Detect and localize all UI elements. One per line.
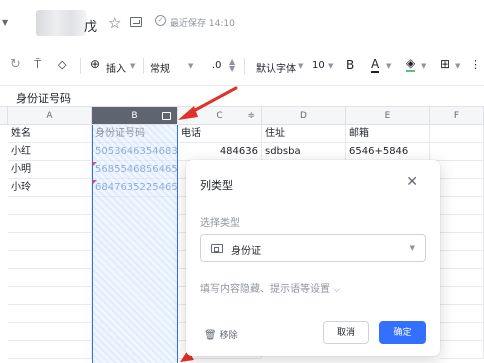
- table-cell[interactable]: [440, 233, 484, 251]
- dialog-title: 列类型: [200, 179, 233, 192]
- id-card-icon: [211, 244, 223, 253]
- formula-bar[interactable]: 身份证号码: [0, 87, 484, 107]
- chevron-down-icon[interactable]: ▼: [130, 62, 135, 70]
- table-cell[interactable]: [440, 251, 484, 269]
- column-header-a[interactable]: A: [8, 107, 92, 125]
- folder-icon[interactable]: [130, 17, 142, 27]
- chevron-down-icon[interactable]: ▼: [298, 62, 303, 70]
- more-icon[interactable]: ⋮: [470, 58, 481, 71]
- chevron-down-icon: ▼: [409, 244, 415, 252]
- select-type-label: 选择类型: [200, 218, 240, 229]
- table-cell[interactable]: [8, 287, 92, 305]
- column-header-b[interactable]: B: [92, 107, 178, 125]
- table-cell[interactable]: [8, 197, 92, 215]
- table-cell[interactable]: [440, 197, 484, 215]
- collapse-caret-icon[interactable]: ▼: [2, 18, 8, 27]
- cell-error-marker: [93, 180, 97, 184]
- table-cell[interactable]: 68476352254656: [92, 179, 178, 197]
- decimal-button[interactable]: .0: [212, 60, 222, 71]
- table-cell[interactable]: [8, 215, 92, 233]
- toolbar-divider: [143, 58, 144, 74]
- cloud-save-icon: ✓: [155, 15, 166, 26]
- table-cell[interactable]: 身份证号码: [92, 125, 178, 143]
- toolbar: ↻ ⍑ ◇ ⊕ 插入 ▼ 常规 ▼ .0 ▲ ▼ 默认字体 ▼ 10 ▼ B A …: [0, 46, 484, 86]
- close-icon[interactable]: ✕: [406, 174, 418, 190]
- trash-icon: 🗑︎: [204, 330, 217, 341]
- table-cell[interactable]: 邮箱: [346, 125, 430, 143]
- save-status: 最近保存 14:10: [170, 19, 235, 29]
- confirm-button[interactable]: 确定: [379, 321, 426, 344]
- table-cell[interactable]: 50536463546833: [92, 143, 178, 161]
- table-cell[interactable]: [440, 269, 484, 287]
- blurred-doc-title: [36, 10, 86, 36]
- table-cell[interactable]: [8, 323, 92, 341]
- cancel-button[interactable]: 取消: [323, 321, 369, 344]
- chevron-down-icon[interactable]: ▼: [386, 62, 391, 70]
- table-cell[interactable]: 小明: [8, 161, 92, 179]
- table-cell[interactable]: [8, 341, 92, 359]
- toolbar-divider: [244, 58, 245, 74]
- fill-color-icon[interactable]: ◈: [406, 57, 416, 72]
- table-cell[interactable]: 484636: [178, 143, 262, 161]
- column-header-label: C: [216, 111, 223, 121]
- decimal-stepper-icon[interactable]: ▲ ▼: [229, 58, 235, 73]
- table-cell[interactable]: [430, 143, 484, 161]
- column-header-e[interactable]: E: [346, 107, 430, 125]
- title-bar: ▼ 戊 ☆ ✓ 最近保存 14:10: [0, 0, 484, 46]
- column-type-select[interactable]: 身份证 ▼: [200, 234, 426, 262]
- column-header-f[interactable]: F: [430, 107, 484, 125]
- chevron-down-icon[interactable]: ▼: [421, 62, 426, 70]
- more-settings-label: 填写内容隐藏、提示语等设置: [200, 284, 330, 295]
- table-cell[interactable]: 住址: [262, 125, 346, 143]
- selected-type: 身份证: [231, 246, 261, 257]
- column-header-label: B: [131, 111, 138, 121]
- table-cell[interactable]: [440, 287, 484, 305]
- insert-menu[interactable]: 插入: [106, 60, 126, 75]
- table-cell[interactable]: [8, 305, 92, 323]
- more-settings-link[interactable]: 填写内容隐藏、提示语等设置 ⌵: [200, 280, 340, 295]
- toolbar-divider: [80, 58, 81, 74]
- table-cell[interactable]: [8, 233, 92, 251]
- table-cell[interactable]: [440, 215, 484, 233]
- filter-icon[interactable]: ≑: [247, 107, 255, 125]
- font-family-select[interactable]: 默认字体: [256, 60, 296, 75]
- table-cell[interactable]: 56855468564656: [92, 161, 178, 179]
- bold-button[interactable]: B: [346, 58, 354, 72]
- font-size-select[interactable]: 10: [312, 60, 325, 71]
- column-type-dialog: 列类型 ✕ 选择类型 身份证 ▼ 填写内容隐藏、提示语等设置 ⌵ 🗑︎ 移除 取…: [186, 160, 440, 356]
- border-icon[interactable]: ⊞: [440, 57, 450, 71]
- column-header-c[interactable]: C ≑: [178, 107, 262, 125]
- table-cell[interactable]: [440, 323, 484, 341]
- table-cell[interactable]: 6546+5846: [346, 143, 430, 161]
- table-cell[interactable]: [8, 269, 92, 287]
- table-cell[interactable]: 小红: [8, 143, 92, 161]
- cell-error-marker: [93, 162, 97, 166]
- id-card-type-icon[interactable]: [162, 112, 171, 120]
- table-cell[interactable]: [8, 251, 92, 269]
- table-cell[interactable]: [430, 125, 484, 143]
- font-color-button[interactable]: A: [371, 58, 380, 73]
- remove-label: 移除: [219, 331, 238, 341]
- eraser-icon[interactable]: ◇: [58, 58, 66, 71]
- remove-button[interactable]: 🗑︎ 移除: [204, 328, 238, 341]
- doc-title[interactable]: 戊: [84, 16, 97, 35]
- chevron-down-icon[interactable]: ▼: [328, 62, 333, 70]
- table-cell[interactable]: [440, 305, 484, 323]
- table-cell[interactable]: 电话: [178, 125, 262, 143]
- table-cell[interactable]: 姓名: [8, 125, 92, 143]
- chevron-down-icon[interactable]: ▼: [188, 62, 193, 70]
- select-all-corner[interactable]: [0, 107, 8, 125]
- format-painter-icon[interactable]: ⍑: [34, 57, 41, 72]
- table-cell[interactable]: [440, 341, 484, 359]
- table-cell[interactable]: sdbsba: [262, 143, 346, 161]
- redo-icon[interactable]: ↻: [10, 57, 21, 72]
- plus-circle-icon[interactable]: ⊕: [90, 57, 100, 71]
- table-cell[interactable]: 小玲: [8, 179, 92, 197]
- formula-content: 身份证号码: [16, 92, 71, 105]
- chevron-down-icon[interactable]: ▼: [455, 62, 460, 70]
- star-icon[interactable]: ☆: [108, 14, 121, 32]
- number-format-select[interactable]: 常规: [150, 60, 170, 75]
- column-header-d[interactable]: D: [262, 107, 346, 125]
- chevron-down-icon: ⌵: [333, 285, 341, 295]
